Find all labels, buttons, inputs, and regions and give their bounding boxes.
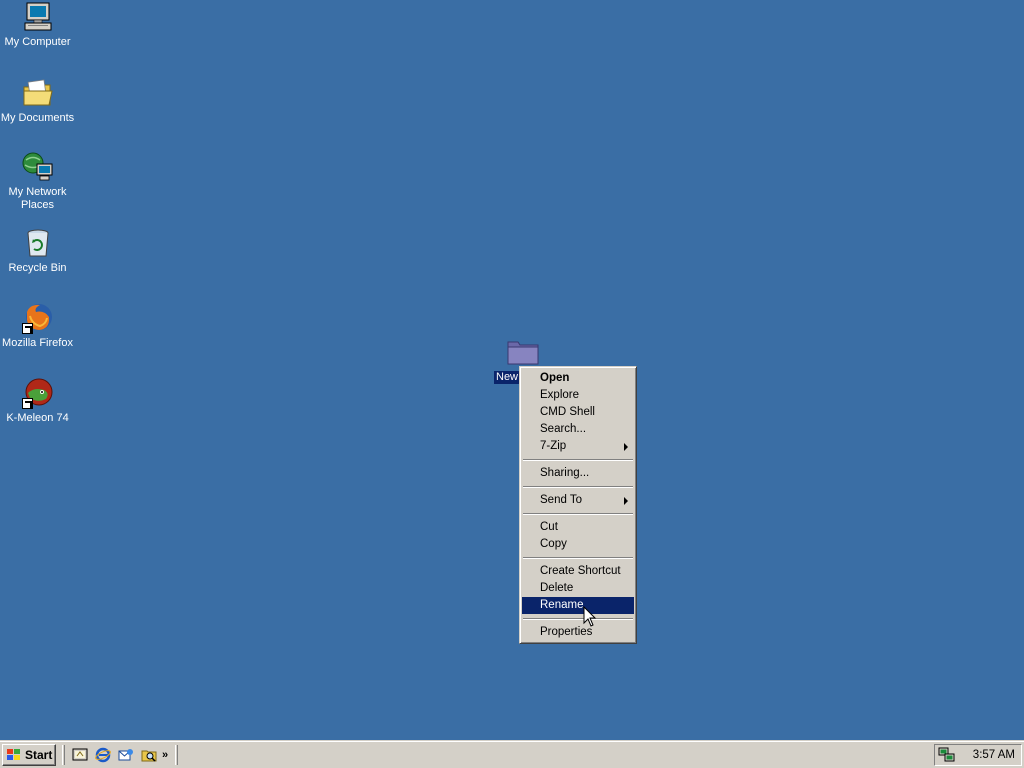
menu-item-sharing[interactable]: Sharing... (522, 465, 634, 482)
context-menu: Open Explore CMD Shell Search... 7-Zip S… (519, 366, 637, 644)
menu-item-explore[interactable]: Explore (522, 387, 634, 404)
desktop-icon-label: My Computer (4, 36, 71, 48)
desktop-icon-label-selected[interactable]: New (494, 371, 521, 384)
network-places-icon (22, 151, 54, 183)
shortcut-arrow-icon (21, 398, 33, 409)
desktop-icon-my-documents[interactable]: My Documents (0, 77, 75, 125)
taskbar: Start » 3:57 AM (0, 740, 1024, 768)
menu-item-search[interactable]: Search... (522, 421, 634, 438)
toolbar-grip[interactable] (175, 744, 179, 765)
menu-separator (523, 513, 633, 515)
desktop-icon-k-meleon[interactable]: K-Meleon 74 (0, 377, 75, 425)
menu-item-cut[interactable]: Cut (522, 519, 634, 536)
system-tray: 3:57 AM (934, 744, 1022, 766)
desktop-icon-mozilla-firefox[interactable]: Mozilla Firefox (0, 302, 75, 350)
menu-item-cmd-shell[interactable]: CMD Shell (522, 404, 634, 421)
menu-item-properties[interactable]: Properties (522, 624, 634, 641)
folder-icon (506, 338, 540, 366)
network-connection-icon[interactable] (938, 747, 956, 763)
menu-separator (523, 459, 633, 461)
quick-launch-toolbar: » (68, 747, 172, 763)
menu-separator (523, 618, 633, 620)
desktop-icon-label: My Documents (0, 112, 75, 124)
desktop-icon-recycle-bin[interactable]: Recycle Bin (0, 227, 75, 275)
start-label: Start (25, 747, 53, 762)
desktop-icon-label: Recycle Bin (8, 262, 67, 274)
quick-launch-chevron-icon[interactable]: » (162, 749, 168, 760)
menu-item-delete[interactable]: Delete (522, 580, 634, 597)
menu-item-create-shortcut[interactable]: Create Shortcut (522, 563, 634, 580)
show-desktop-icon[interactable] (72, 747, 88, 763)
menu-item-label: Send To (540, 494, 582, 506)
desktop-icon-label: K-Meleon 74 (6, 412, 69, 424)
start-button[interactable]: Start (2, 743, 56, 766)
desktop-icon-label: Mozilla Firefox (2, 337, 73, 349)
documents-folder-icon (22, 77, 54, 109)
submenu-arrow-icon (624, 497, 628, 505)
desktop-icon-my-network-places[interactable]: My Network Places (0, 151, 75, 212)
submenu-arrow-icon (624, 443, 628, 451)
menu-item-copy[interactable]: Copy (522, 536, 634, 553)
outlook-express-icon[interactable] (118, 747, 134, 763)
menu-item-open[interactable]: Open (522, 370, 634, 387)
recycle-bin-icon (22, 227, 54, 259)
firefox-icon (21, 302, 54, 334)
internet-explorer-icon[interactable] (95, 747, 111, 763)
menu-item-label: 7-Zip (540, 440, 567, 452)
computer-icon (22, 1, 54, 33)
menu-item-7-zip[interactable]: 7-Zip (522, 438, 634, 455)
toolbar-grip[interactable] (62, 744, 65, 765)
windows-logo-icon (6, 748, 22, 762)
windows-explorer-icon[interactable] (141, 747, 157, 763)
menu-item-send-to[interactable]: Send To (522, 492, 634, 509)
desktop-icon-my-computer[interactable]: My Computer (0, 1, 75, 49)
mouse-pointer-icon (583, 605, 597, 628)
desktop-icon-label: My Network Places (8, 186, 67, 211)
clock[interactable]: 3:57 AM (973, 749, 1015, 761)
shortcut-arrow-icon (21, 323, 33, 334)
menu-item-rename[interactable]: Rename (522, 597, 634, 614)
menu-separator (523, 557, 633, 559)
k-meleon-icon (21, 377, 54, 409)
menu-separator (523, 486, 633, 488)
